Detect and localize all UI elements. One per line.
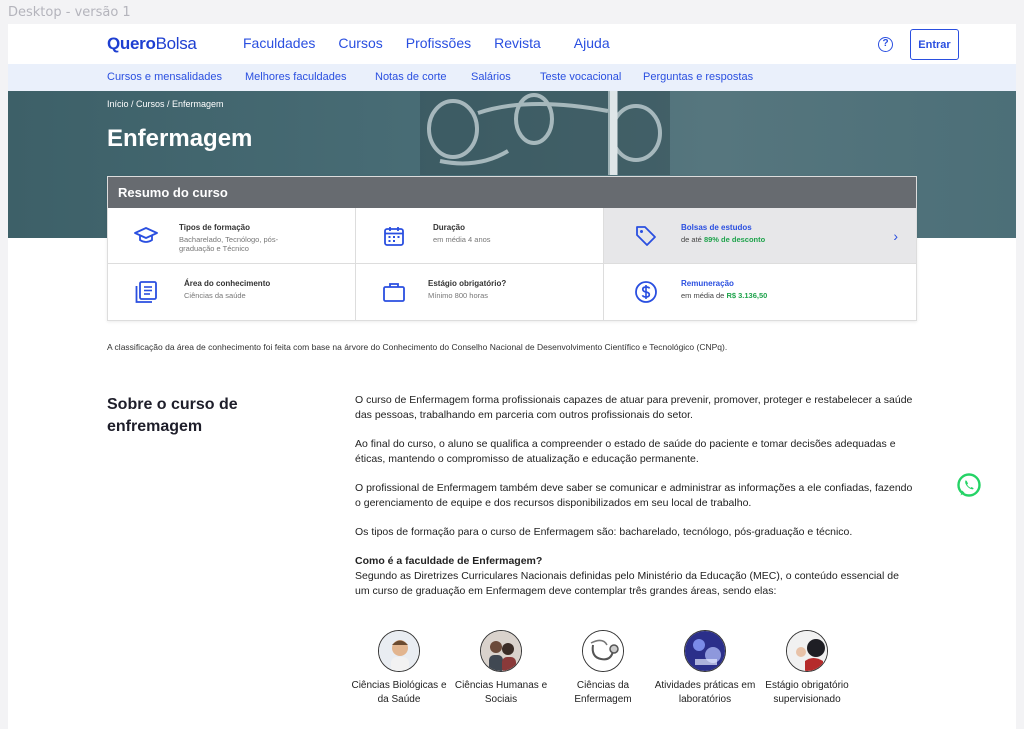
summary-cell-remuneracao: Remuneração em média de R$ 3.136,50 [604,264,916,320]
nav-revista[interactable]: Revista [494,35,541,51]
top-bar: QueroBolsa Faculdades Cursos Profissões … [8,24,1016,64]
page-title: Enfermagem [107,125,253,152]
help-icon[interactable]: ? [878,37,893,52]
summary-cell-area: Área do conhecimento Ciências da saúde [108,264,356,320]
duracao-title: Duração [433,223,466,232]
graduation-cap-icon [134,227,158,243]
classification-note: A classificação da área de conhecimento … [107,342,728,352]
bolsas-prefix: de até [681,235,702,244]
nav-ajuda[interactable]: Ajuda [574,35,610,51]
area-photo-biologicas [378,630,420,672]
summary-cell-formacao: Tipos de formação Bacharelado, Tecnólogo… [108,208,356,264]
summary-cell-bolsas[interactable]: Bolsas de estudos de até 89% de desconto… [604,208,916,264]
remuneracao-value: em média de R$ 3.136,50 [681,291,767,300]
about-content: O curso de Enfermagem forma profissionai… [355,393,915,613]
nav-profissoes[interactable]: Profissões [406,35,471,51]
summary-heading: Resumo do curso [108,177,916,208]
chevron-right-icon[interactable]: › [893,228,898,244]
formacao-value: Bacharelado, Tecnólogo, pós-graduação e … [179,235,279,253]
area-label: Atividades práticas em laboratórios [654,680,756,705]
subnav-notas-corte[interactable]: Notas de corte [375,71,447,83]
about-paragraph: O curso de Enfermagem forma profissionai… [355,394,913,421]
logo-bold: Quero [107,34,156,53]
area-label: Estágio obrigatório supervisionado [765,680,849,705]
area-photo-humanas [480,630,522,672]
area-photo-estagio [786,630,828,672]
logo-light: Bolsa [155,34,197,53]
stethoscope-icon [582,630,624,672]
main-nav: Faculdades Cursos Profissões Revista Aju… [243,35,610,51]
dollar-coin-icon [635,281,657,303]
course-summary-card: Resumo do curso Tipos de formação Bachar… [107,176,917,321]
area-item: Ciências Biológicas e da Saúde [348,630,450,707]
duracao-value: em média 4 anos [433,235,491,244]
remuneracao-amount: R$ 3.136,50 [726,291,768,300]
area-photo-laboratorio [684,630,726,672]
area-label: Ciências Biológicas e da Saúde [351,680,447,705]
subnav-teste-vocacional[interactable]: Teste vocacional [540,71,621,83]
about-title: Sobre o curso de enfremagem [107,396,238,435]
area-title: Área do conhecimento [184,279,271,288]
faculty-heading: Como é a faculdade de Enfermagem? [355,555,543,567]
logo[interactable]: QueroBolsa [107,34,197,54]
areas-list: Ciências Biológicas e da Saúde Ciências … [348,630,858,707]
formacao-title: Tipos de formação [179,223,250,232]
price-tag-icon [636,226,656,246]
area-label: Ciências Humanas e Sociais [454,680,548,705]
login-button[interactable]: Entrar [910,29,959,60]
area-value: Ciências da saúde [184,291,246,300]
nav-cursos[interactable]: Cursos [338,35,382,51]
nav-faculdades[interactable]: Faculdades [243,35,315,51]
subnav-salarios[interactable]: Salários [471,71,511,83]
bolsas-title: Bolsas de estudos [681,223,752,232]
briefcase-icon [383,283,405,302]
calendar-icon [384,227,404,246]
area-item: Ciências da Enfermagem [552,630,654,707]
about-paragraph: O profissional de Enfermagem também deve… [355,482,913,509]
area-item: Estágio obrigatório supervisionado [756,630,858,707]
summary-cell-duracao: Duração em média 4 anos [356,208,604,264]
bolsas-discount: 89% de desconto [703,235,766,244]
frame-label: Desktop - versão 1 [8,5,131,20]
summary-cell-estagio: Estágio obrigatório? Mínimo 800 horas [356,264,604,320]
summary-grid: Tipos de formação Bacharelado, Tecnólogo… [108,208,916,320]
whatsapp-icon[interactable] [956,472,982,498]
subnav-cursos-mensalidades[interactable]: Cursos e mensalidades [107,71,222,83]
subnav-melhores-faculdades[interactable]: Melhores faculdades [245,71,347,83]
remuneracao-title: Remuneração [681,279,734,288]
breadcrumb[interactable]: Início / Cursos / Enfermagem [107,99,224,109]
estagio-value: Mínimo 800 horas [428,291,489,300]
remuneracao-prefix: em média de [681,291,725,300]
area-item: Ciências Humanas e Sociais [450,630,552,707]
about-paragraph: Ao final do curso, o aluno se qualifica … [355,438,896,465]
page: QueroBolsa Faculdades Cursos Profissões … [8,24,1016,729]
subnav-perguntas[interactable]: Perguntas e respostas [643,71,753,83]
about-paragraph: Os tipos de formação para o curso de Enf… [355,526,853,538]
faculty-text: Segundo as Diretrizes Curriculares Nacio… [355,570,899,597]
bolsas-value: de até 89% de desconto [681,235,765,244]
book-list-icon [135,281,157,303]
area-label: Ciências da Enfermagem [574,680,632,705]
estagio-title: Estágio obrigatório? [428,279,507,288]
area-item: Atividades práticas em laboratórios [654,630,756,707]
sub-nav: Cursos e mensalidades Melhores faculdade… [8,64,1016,91]
